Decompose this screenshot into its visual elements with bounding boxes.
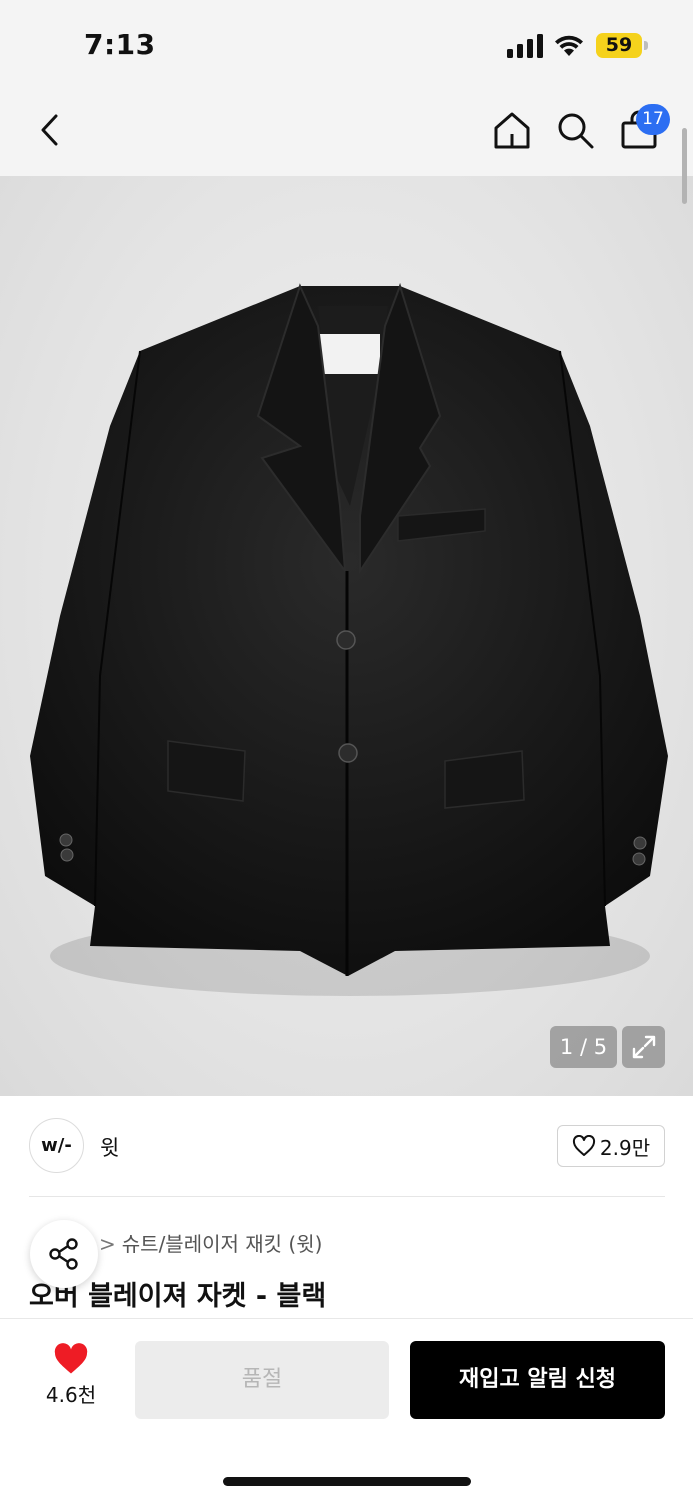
- soldout-button: 품절: [135, 1341, 389, 1419]
- brand-like-button[interactable]: 2.9만: [557, 1125, 665, 1167]
- search-button[interactable]: [553, 108, 597, 152]
- breadcrumb-category[interactable]: 슈트/블레이저 재킷 (윗): [122, 1232, 323, 1256]
- chevron-left-icon: [41, 114, 58, 146]
- status-time: 7:13: [84, 28, 156, 61]
- battery-level: 59: [605, 34, 633, 56]
- cart-count-badge: 17: [636, 104, 670, 135]
- status-bar: 7:13 59: [0, 0, 693, 90]
- search-icon: [558, 113, 594, 149]
- divider: [29, 1196, 665, 1197]
- product-jacket-image: [30, 282, 668, 996]
- expand-image-button[interactable]: [622, 1026, 665, 1068]
- product-like-button[interactable]: 4.6천: [36, 1343, 106, 1413]
- home-button[interactable]: [490, 108, 534, 152]
- top-navigation-bar: 17: [0, 90, 693, 176]
- battery-tip: [644, 41, 648, 50]
- brand-like-count: 2.9만: [599, 1135, 651, 1160]
- scroll-indicator: [682, 128, 687, 204]
- brand-name[interactable]: 윗: [100, 1132, 119, 1162]
- breadcrumb-separator: >: [99, 1232, 116, 1256]
- home-icon: [494, 112, 530, 149]
- home-indicator[interactable]: [223, 1477, 471, 1486]
- battery-icon: 59: [596, 33, 648, 58]
- share-icon: [49, 1238, 78, 1270]
- product-detail-screen: 7:13 59 17 1 / 5 w/- 윗 2.9만 > 슈트/블레이저 재킷…: [0, 0, 693, 1500]
- cellular-signal-icon: [507, 34, 543, 58]
- restock-alert-button[interactable]: 재입고 알림 신청: [410, 1341, 665, 1419]
- product-like-count: 4.6천: [45, 1383, 97, 1407]
- expand-icon: [632, 1035, 655, 1059]
- heart-outline-icon: [572, 1135, 595, 1156]
- heart-filled-icon: [54, 1343, 88, 1374]
- image-page-counter: 1 / 5: [550, 1026, 617, 1068]
- product-image-gallery[interactable]: 1 / 5: [0, 176, 693, 1096]
- wifi-icon: [555, 35, 583, 56]
- back-button[interactable]: [28, 108, 72, 152]
- brand-row: w/- 윗 2.9만: [0, 1096, 693, 1196]
- bottom-action-bar: 4.6천 품절 재입고 알림 신청: [0, 1318, 693, 1500]
- share-button[interactable]: [30, 1220, 98, 1288]
- brand-logo[interactable]: w/-: [29, 1118, 84, 1173]
